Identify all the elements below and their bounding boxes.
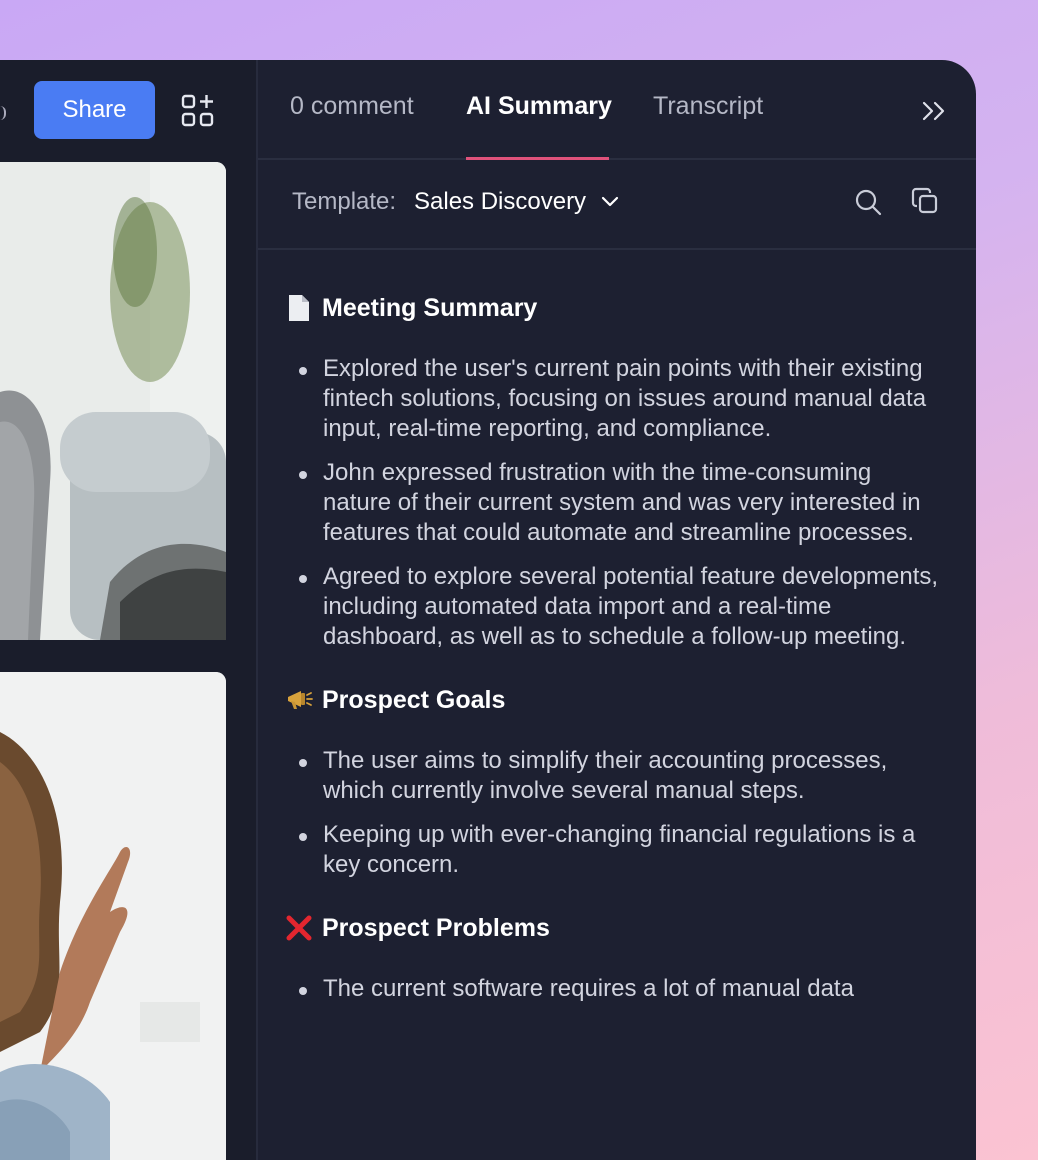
list-item: The user aims to simplify their accounti…: [284, 746, 944, 806]
tab-ai-summary[interactable]: AI Summary: [466, 92, 612, 121]
participant-video-1[interactable]: [0, 162, 226, 640]
copy-icon[interactable]: [910, 186, 940, 216]
tab-transcript[interactable]: Transcript: [653, 92, 763, 121]
document-icon: [284, 293, 314, 323]
prospect-problems-list: The current software requires a lot of m…: [284, 974, 944, 1004]
participant-count-badge[interactable]: [0, 106, 6, 120]
tab-comments[interactable]: 0 comment: [290, 92, 414, 121]
section-title: Prospect Problems: [322, 913, 550, 942]
section-title: Meeting Summary: [322, 293, 538, 322]
cross-mark-icon: [284, 913, 314, 943]
ai-summary-panel: 0 comment AI Summary Transcript Template…: [258, 60, 976, 1160]
chevron-down-icon[interactable]: [600, 192, 620, 212]
template-select[interactable]: Sales Discovery: [414, 188, 586, 216]
meeting-window: Share 0 comment AI Summary Transcript Te…: [0, 60, 976, 1160]
prospect-goals-list: The user aims to simplify their accounti…: [284, 746, 944, 880]
participant-video-2[interactable]: [0, 672, 226, 1160]
participant-video-1-image: [0, 162, 226, 640]
add-app-icon[interactable]: [180, 93, 216, 129]
panel-tabs: 0 comment AI Summary Transcript: [258, 60, 976, 160]
video-pane: Share: [0, 60, 256, 1160]
participant-video-2-image: [0, 672, 226, 1160]
list-item: The current software requires a lot of m…: [284, 974, 944, 1004]
list-item: Keeping up with ever-changing financial …: [284, 820, 944, 880]
template-bar: Template: Sales Discovery: [258, 160, 976, 250]
share-button[interactable]: Share: [34, 81, 155, 139]
collapse-panel-icon[interactable]: [920, 98, 948, 124]
list-item: Explored the user's current pain points …: [284, 354, 944, 444]
list-item: Agreed to explore several potential feat…: [284, 562, 944, 652]
megaphone-icon: [284, 685, 314, 715]
meeting-summary-list: Explored the user's current pain points …: [284, 354, 944, 652]
section-meeting-summary: Meeting Summary: [284, 290, 944, 326]
list-item: John expressed frustration with the time…: [284, 458, 944, 548]
section-title: Prospect Goals: [322, 685, 506, 714]
template-label: Template:: [292, 188, 397, 215]
section-prospect-goals: Prospect Goals: [284, 682, 944, 718]
summary-content: Meeting Summary Explored the user's curr…: [284, 290, 944, 1034]
search-icon[interactable]: [854, 188, 882, 216]
section-prospect-problems: Prospect Problems: [284, 910, 944, 946]
